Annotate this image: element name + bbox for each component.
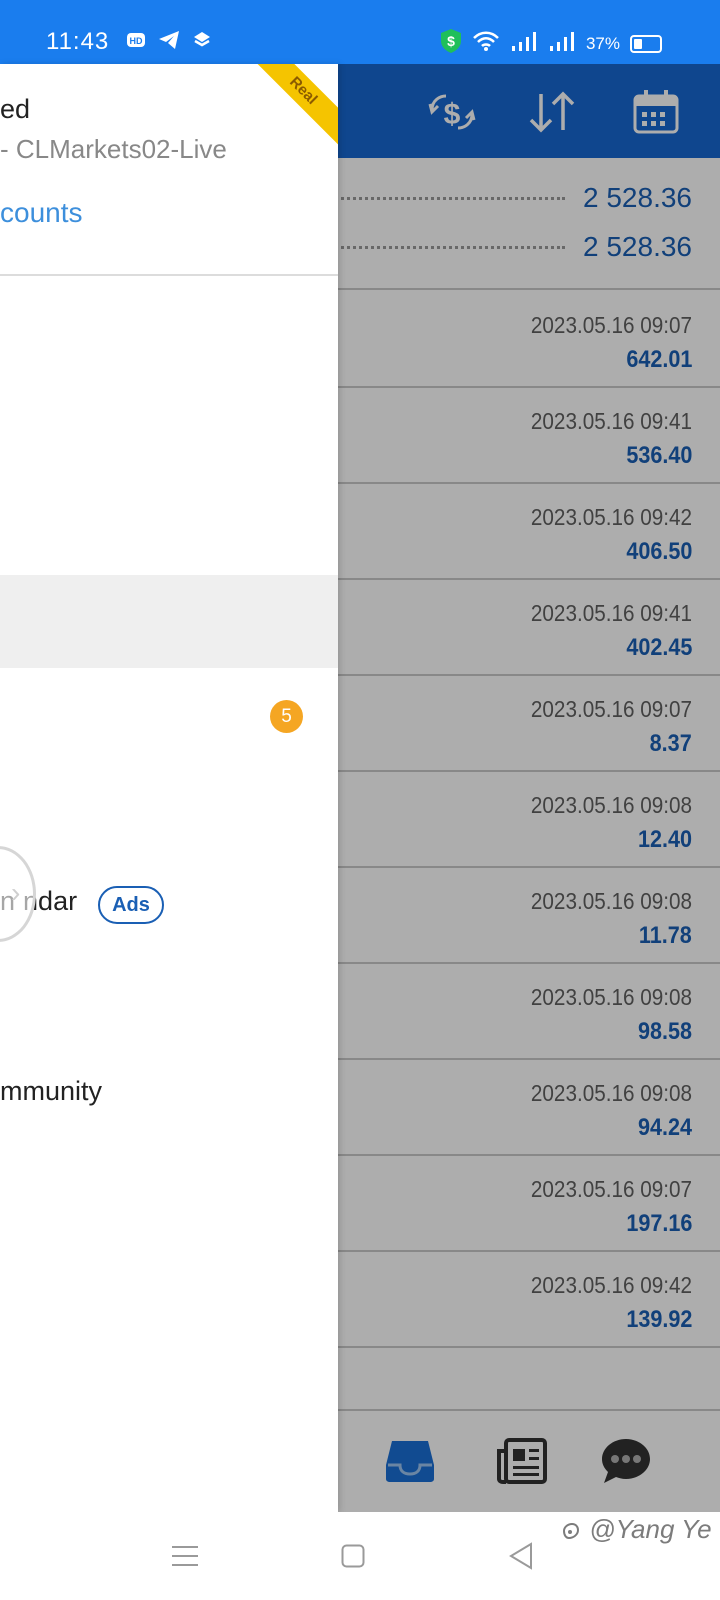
notification-badge: 5 [270,700,303,733]
swipe-handle[interactable]: › [0,846,36,942]
layers-icon [192,30,212,55]
shield-dollar-icon: $ [440,28,462,59]
menu-item-community[interactable]: mmunity [0,1076,102,1107]
battery-percent: 37% [585,33,620,53]
status-left-icons: HD [126,30,212,55]
signal-icon [548,30,576,57]
menu-item-selected[interactable] [0,575,338,668]
menu-item-community-prefix: m [0,1076,23,1106]
status-time: 11:43 [46,28,110,55]
status-right-icons: $ 37% [440,28,662,59]
svg-text:$: $ [447,33,455,49]
account-name: ed [0,94,31,124]
ads-badge: Ads [98,886,164,924]
chevron-right-icon: › [11,877,21,908]
telegram-icon [158,30,180,55]
ribbon-label: Real [286,73,321,108]
svg-text:HD: HD [130,36,143,46]
home-icon[interactable] [341,1536,365,1576]
real-ribbon: Real [247,64,338,147]
battery-icon [630,34,662,53]
status-bar: 11:43 HD $ 37% [0,0,720,64]
menu-icon[interactable] [172,1536,198,1576]
watermark-text: @Yang Ye [589,1514,712,1544]
navigation-drawer: Real ed - CLMarkets02-Live counts 5 nnda… [0,64,338,1512]
weibo-icon [560,1514,589,1544]
drawer-divider [0,274,338,276]
signal-icon [510,30,538,57]
hd-icon: HD [126,31,146,54]
menu-item-community-label: munity [22,1076,103,1106]
back-icon[interactable] [508,1536,534,1576]
account-server: - CLMarkets02-Live [0,134,227,164]
wifi-icon [472,30,500,57]
manage-accounts-link[interactable]: counts [0,197,83,229]
watermark: @Yang Ye [560,1514,712,1545]
